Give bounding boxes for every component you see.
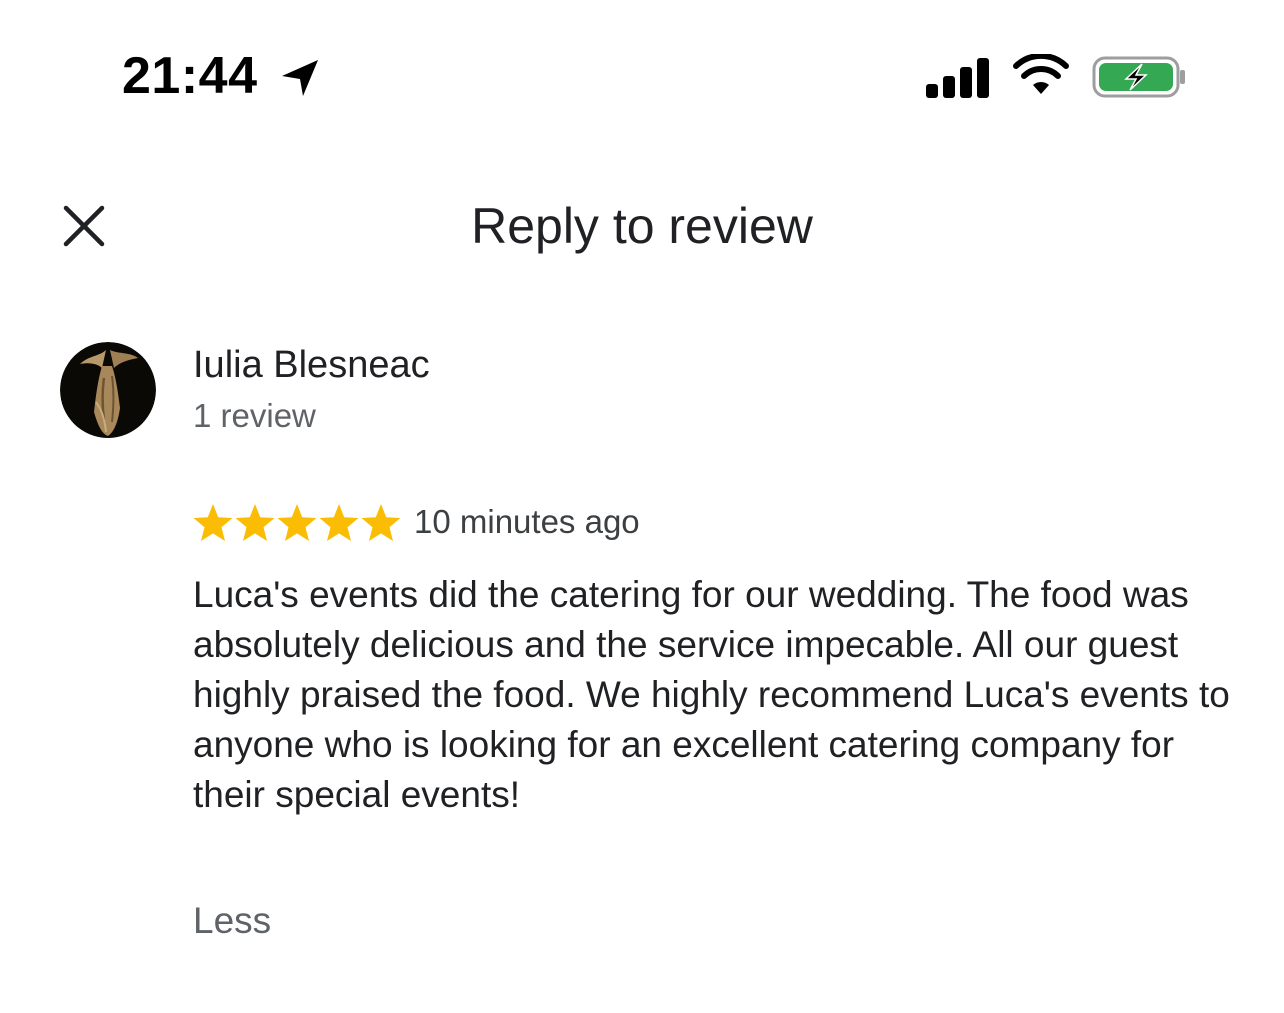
review-text: Luca's events did the catering for our w… — [193, 574, 1230, 815]
star-icon — [361, 504, 401, 541]
review-timestamp: 10 minutes ago — [414, 503, 640, 540]
star-icon — [277, 504, 317, 541]
reviewer-review-count: 1 review — [193, 397, 316, 434]
page-title: Reply to review — [471, 198, 813, 254]
star-rating — [192, 502, 402, 544]
status-time: 21:44 — [122, 47, 258, 105]
battery-charging-icon — [1092, 56, 1185, 98]
location-arrow-icon — [282, 60, 318, 96]
star-icon — [235, 504, 275, 541]
wifi-icon — [1013, 54, 1069, 94]
star-icon — [319, 504, 359, 541]
star-icon — [193, 504, 233, 541]
reviewer-avatar[interactable] — [60, 342, 156, 438]
less-button[interactable]: Less — [193, 896, 271, 946]
reviewer-name[interactable]: Iulia Blesneac — [193, 340, 430, 390]
cellular-signal-icon — [926, 58, 989, 98]
